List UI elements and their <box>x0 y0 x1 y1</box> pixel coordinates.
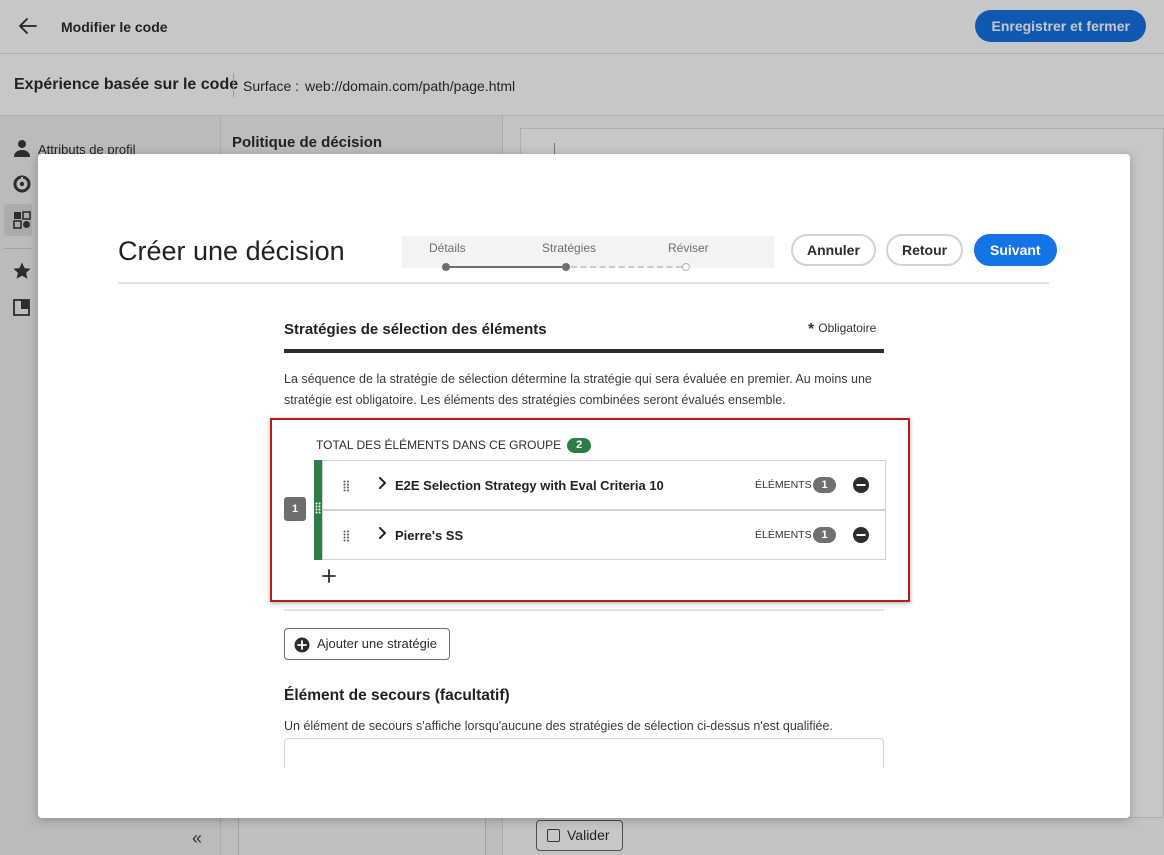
fallback-title: Élément de secours (facultatif) <box>284 687 510 704</box>
back-button[interactable]: Retour <box>886 234 964 266</box>
dialog-header-divider <box>118 282 1049 284</box>
wizard-steps: Détails Stratégies Réviser <box>402 236 774 271</box>
step-details-label[interactable]: Détails <box>429 241 466 255</box>
group-count-badge: 2 <box>567 438 592 453</box>
group-total-text: TOTAL DES ÉLÉMENTS DANS CE GROUPE <box>316 438 562 452</box>
strategy-row[interactable]: E2E Selection Strategy with Eval Criteri… <box>322 460 886 510</box>
fallback-description: Un élément de secours s'affiche lorsqu'a… <box>284 719 833 733</box>
dialog-title: Créer une décision <box>118 236 345 266</box>
remove-circle-icon[interactable] <box>852 476 870 494</box>
add-circle-icon <box>294 637 310 653</box>
chevron-right-icon[interactable] <box>375 476 389 490</box>
step-strategies-dot <box>562 263 570 271</box>
step-details-dot <box>442 263 450 271</box>
add-strategy-label: Ajouter une stratégie <box>317 636 437 651</box>
create-decision-dialog: Créer une décision Détails Stratégies Ré… <box>38 154 1130 818</box>
strategies-description: La séquence de la stratégie de sélection… <box>284 372 872 407</box>
section-underline <box>284 349 884 353</box>
group-divider <box>284 609 884 611</box>
drag-handle-icon[interactable] <box>343 480 350 492</box>
remove-circle-icon[interactable] <box>852 526 870 544</box>
elements-count-badge: 1 <box>813 527 836 543</box>
drag-handle-icon[interactable] <box>343 530 350 542</box>
step-progress-line <box>450 266 562 268</box>
required-asterisk-icon: * <box>808 321 815 338</box>
strategies-section-title: Stratégies de sélection des éléments <box>284 321 547 338</box>
chevron-right-icon[interactable] <box>375 526 389 540</box>
add-to-group-icon[interactable] <box>321 568 337 584</box>
elements-label: ÉLÉMENTS <box>755 479 812 491</box>
step-strategies-label[interactable]: Stratégies <box>542 241 596 255</box>
group-handle-bar[interactable] <box>314 460 322 560</box>
elements-label: ÉLÉMENTS <box>755 529 812 541</box>
required-indicator: * Obligatoire <box>808 321 876 339</box>
step-review-dot <box>682 263 690 271</box>
strategy-row[interactable]: Pierre's SS ÉLÉMENTS 1 <box>322 510 886 560</box>
fallback-item-field[interactable] <box>284 738 884 768</box>
step-review-label[interactable]: Réviser <box>668 241 709 255</box>
add-strategy-button[interactable]: Ajouter une stratégie <box>284 628 450 660</box>
strategy-name: Pierre's SS <box>395 528 464 543</box>
group-sequence-badge: 1 <box>284 497 306 521</box>
step-pending-line <box>571 266 682 268</box>
group-total-label: TOTAL DES ÉLÉMENTS DANS CE GROUPE 2 <box>316 438 592 453</box>
cancel-button[interactable]: Annuler <box>791 234 876 266</box>
strategy-name: E2E Selection Strategy with Eval Criteri… <box>395 478 664 493</box>
elements-count-badge: 1 <box>813 477 836 493</box>
group-drag-icon[interactable] <box>315 502 321 514</box>
required-label: Obligatoire <box>818 321 877 335</box>
next-button[interactable]: Suivant <box>974 234 1057 266</box>
